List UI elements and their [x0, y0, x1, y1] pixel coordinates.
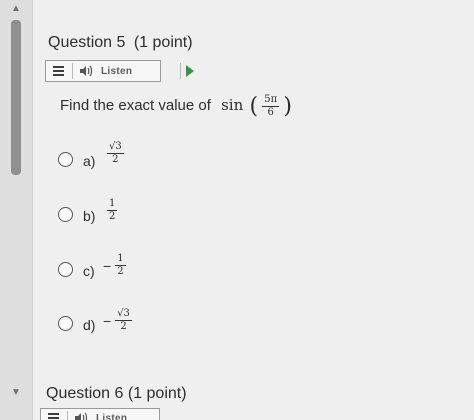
- argument-denominator: 6: [267, 107, 274, 118]
- option-numerator-a: √3: [107, 141, 124, 154]
- listen-divider: [67, 411, 68, 420]
- left-paren: (: [249, 94, 259, 119]
- scroll-thumb[interactable]: [11, 20, 21, 175]
- option-denominator-c: 2: [117, 266, 124, 277]
- function-name: sin: [221, 96, 244, 115]
- menu-icon[interactable]: [48, 413, 59, 420]
- question-5-name: Question 5: [48, 34, 126, 51]
- radio-button-d[interactable]: [58, 316, 73, 331]
- argument-fraction: 5π 6: [262, 94, 280, 118]
- option-denominator-b: 2: [109, 211, 116, 222]
- option-fraction-a: √3 2: [107, 142, 124, 165]
- listen-button[interactable]: Listen: [101, 64, 132, 80]
- right-paren: ): [283, 94, 292, 119]
- option-fraction-b: 1 2: [107, 198, 118, 222]
- radio-button-c[interactable]: [58, 262, 73, 277]
- option-value-a: √3 2: [103, 142, 124, 165]
- argument-numerator: 5π: [262, 94, 280, 107]
- option-numerator-c: 1: [115, 253, 126, 266]
- radio-button-a[interactable]: [58, 152, 73, 167]
- speaker-icon[interactable]: [78, 65, 94, 79]
- question-6-points: (1 point): [127, 385, 187, 402]
- speaker-icon[interactable]: [73, 412, 89, 420]
- option-denominator-d: 2: [120, 321, 127, 332]
- option-denominator-a: 2: [112, 154, 119, 165]
- listen-divider: [180, 63, 181, 79]
- scroll-up-arrow-icon[interactable]: ▲: [9, 2, 23, 16]
- question-5-title: Question 5 (1 point): [48, 34, 193, 52]
- prompt-text: Find the exact value of: [60, 97, 211, 115]
- question-6-name: Question 6: [46, 385, 124, 402]
- radio-button-b[interactable]: [58, 207, 73, 222]
- option-letter-d: d): [83, 317, 96, 333]
- option-fraction-c: 1 2: [115, 253, 126, 277]
- question-6-title: Question 6 (1 point): [46, 385, 187, 403]
- option-numerator-d: √3: [115, 308, 132, 321]
- option-letter-b: b): [83, 208, 96, 224]
- menu-icon[interactable]: [53, 66, 64, 77]
- play-icon[interactable]: [186, 65, 194, 77]
- vertical-scrollbar[interactable]: ▲ ▼: [0, 0, 33, 420]
- quiz-page: ▲ ▼ Question 5 (1 point) Listen Find the…: [0, 0, 474, 420]
- option-sign-d: −: [103, 312, 112, 329]
- option-numerator-b: 1: [107, 198, 118, 211]
- option-fraction-d: √3 2: [115, 309, 132, 332]
- question-5-points: (1 point): [133, 34, 193, 51]
- question-5-prompt: Find the exact value of sin ( 5π 6 ): [60, 94, 292, 119]
- listen-button[interactable]: Listen: [96, 411, 127, 420]
- option-letter-c: c): [83, 263, 95, 279]
- question-5-listen-bar: Listen: [45, 60, 194, 82]
- listen-divider: [72, 63, 73, 79]
- scroll-down-arrow-icon[interactable]: ▼: [9, 386, 23, 400]
- option-value-c: − 1 2: [103, 254, 126, 277]
- option-sign-c: −: [103, 257, 112, 274]
- option-letter-a: a): [83, 153, 96, 169]
- option-value-b: 1 2: [103, 198, 118, 222]
- option-value-d: − √3 2: [103, 309, 132, 332]
- question-6-listen-bar: Listen: [40, 408, 160, 420]
